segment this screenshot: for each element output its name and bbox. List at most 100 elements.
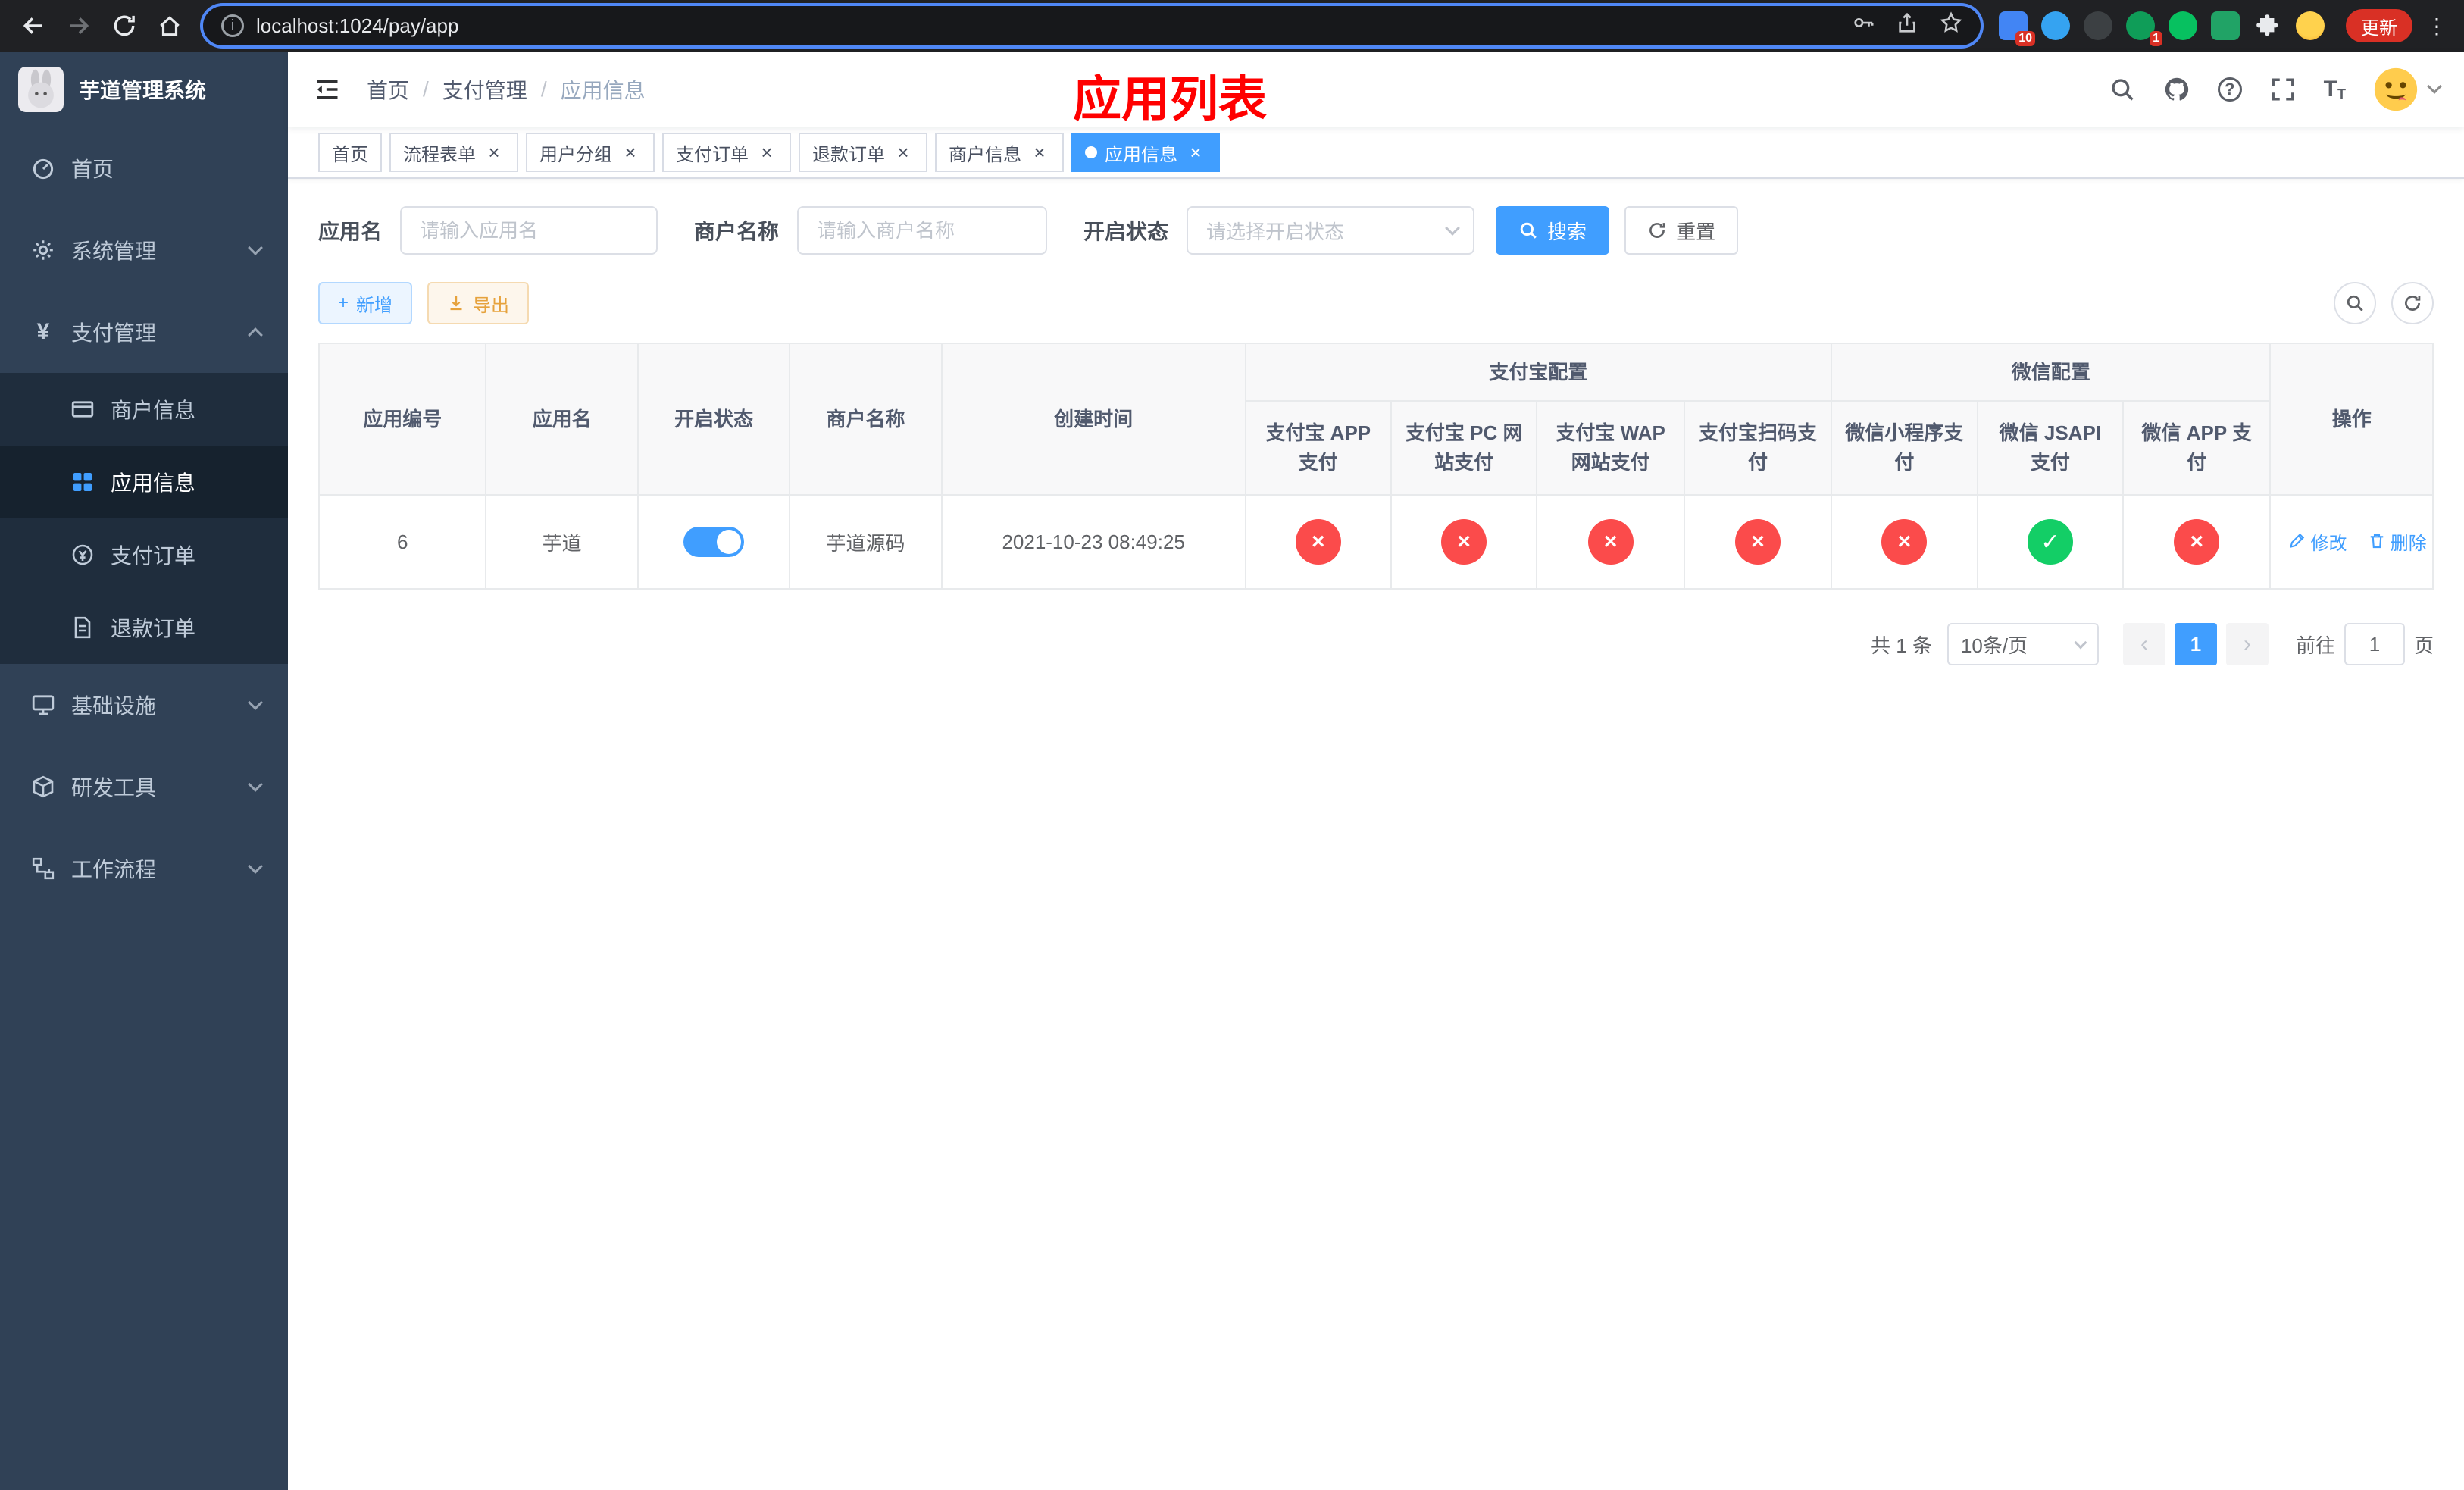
tag-merchant-info[interactable]: 商户信息 ×	[935, 133, 1064, 172]
extension-blue-icon[interactable]: 10	[1999, 11, 2035, 46]
bookmark-star-icon[interactable]	[1940, 11, 1962, 40]
sidebar-item-devtools[interactable]: 研发工具	[0, 746, 288, 828]
search-button[interactable]: 搜索	[1496, 206, 1610, 255]
extension-green-badge-icon[interactable]: 1	[2126, 11, 2162, 46]
sidebar-item-refund-order[interactable]: 退款订单	[0, 591, 288, 664]
add-button[interactable]: + 新增	[318, 282, 413, 324]
toggle-search-button[interactable]	[2334, 282, 2376, 324]
search-icon[interactable]	[2109, 76, 2136, 103]
site-info-icon[interactable]: i	[221, 14, 244, 37]
pager: ‹ 1 ›	[2122, 623, 2269, 665]
tag-label: 退款订单	[812, 144, 885, 165]
prev-page-button[interactable]: ‹	[2122, 623, 2165, 665]
tag-label: 首页	[332, 144, 368, 165]
profile-avatar-icon[interactable]	[2296, 11, 2325, 40]
app-name-input[interactable]	[400, 206, 658, 255]
close-icon[interactable]: ×	[1029, 142, 1050, 163]
delete-link[interactable]: 删除	[2368, 528, 2427, 555]
status-toggle[interactable]	[683, 527, 745, 557]
col-header-actions: 操作	[2269, 343, 2434, 496]
sidebar-item-workflow[interactable]: 工作流程	[0, 828, 288, 909]
col-group-wechat: 微信配置	[1831, 343, 2272, 402]
sidebar-item-system[interactable]: 系统管理	[0, 209, 288, 291]
github-icon[interactable]	[2163, 76, 2190, 103]
goto-page-input[interactable]	[2344, 623, 2405, 665]
alipay-pc-status-icon: ×	[1441, 519, 1487, 565]
close-icon[interactable]: ×	[1185, 142, 1206, 163]
user-avatar[interactable]	[2373, 67, 2442, 112]
alipay-app-status-icon: ×	[1295, 519, 1341, 565]
col-header-status: 开启状态	[636, 343, 791, 496]
chevron-down-icon	[1445, 221, 1460, 236]
page-size-select[interactable]: 10条/页	[1946, 623, 2099, 665]
workflow-icon	[30, 856, 56, 881]
alipay-wap-status-icon: ×	[1587, 519, 1634, 565]
card-icon	[70, 396, 95, 422]
export-button[interactable]: 导出	[427, 282, 530, 324]
box-icon	[30, 774, 56, 800]
password-key-icon[interactable]	[1852, 11, 1875, 40]
fullscreen-icon[interactable]	[2269, 76, 2297, 103]
help-icon[interactable]: ?	[2217, 77, 2242, 102]
cell-create-time: 2021-10-23 08:49:25	[940, 494, 1246, 590]
tag-user-group[interactable]: 用户分组 ×	[526, 133, 655, 172]
reset-button[interactable]: 重置	[1624, 206, 1739, 255]
breadcrumb-home[interactable]: 首页	[367, 74, 409, 105]
next-page-button[interactable]: ›	[2225, 623, 2269, 665]
close-icon[interactable]: ×	[893, 142, 914, 163]
pagination: 共 1 条 10条/页 ‹ 1 › 前往 页	[318, 623, 2434, 665]
sidebar-item-payment[interactable]: ¥ 支付管理	[0, 291, 288, 373]
extension-drop-icon[interactable]	[2041, 11, 2070, 40]
share-icon[interactable]	[1896, 11, 1918, 40]
close-icon[interactable]: ×	[483, 142, 505, 163]
refresh-icon	[2405, 296, 2421, 311]
chevron-down-icon	[248, 859, 263, 874]
breadcrumb-separator: /	[540, 77, 547, 101]
col-group-alipay: 支付宝配置	[1244, 343, 1833, 402]
tag-pay-order[interactable]: 支付订单 ×	[662, 133, 791, 172]
refresh-table-button[interactable]	[2391, 282, 2434, 324]
browser-toolbar: i localhost:1024/pay/app 10 1 更新 ⋮	[0, 0, 2464, 52]
logo-avatar	[18, 67, 64, 112]
gear-icon	[30, 237, 56, 263]
merchant-name-input[interactable]	[797, 206, 1048, 255]
browser-back-icon[interactable]	[12, 5, 55, 47]
tag-home[interactable]: 首页	[318, 133, 382, 172]
sidebar: 芋道管理系统 首页 系统管理 ¥ 支付管理 商户信息 应用信息 支付订单 退款订…	[0, 52, 288, 1490]
tag-app-info-active[interactable]: 应用信息 ×	[1071, 133, 1220, 172]
browser-home-icon[interactable]	[149, 5, 191, 47]
browser-menu-icon[interactable]: ⋮	[2422, 14, 2452, 39]
close-icon[interactable]: ×	[620, 142, 641, 163]
sidebar-item-app-info[interactable]: 应用信息	[0, 446, 288, 518]
status-select[interactable]: 请选择开启状态	[1187, 206, 1475, 255]
tag-refund-order[interactable]: 退款订单 ×	[799, 133, 927, 172]
breadcrumb-payment[interactable]: 支付管理	[442, 74, 527, 105]
page-1-button[interactable]: 1	[2174, 623, 2217, 665]
browser-update-button[interactable]: 更新	[2346, 9, 2412, 42]
col-header-alipay-wap: 支付宝 WAP 网站支付	[1536, 400, 1685, 496]
sidebar-item-label: 系统管理	[71, 239, 157, 263]
extensions-puzzle-icon[interactable]	[2253, 11, 2282, 40]
extension-green-square-icon[interactable]	[2211, 11, 2240, 40]
extension-wechat-icon[interactable]	[2169, 11, 2197, 40]
col-header-wx-jsapi: 微信 JSAPI 支付	[1976, 400, 2125, 496]
chevron-up-icon	[248, 327, 263, 343]
col-header-create-time: 创建时间	[940, 343, 1246, 496]
sidebar-collapse-icon[interactable]	[312, 74, 342, 105]
browser-reload-icon[interactable]	[103, 5, 145, 47]
font-size-icon[interactable]: TT	[2324, 78, 2346, 102]
edit-link[interactable]: 修改	[2287, 528, 2347, 555]
browser-forward-icon[interactable]	[58, 5, 100, 47]
sidebar-item-infra[interactable]: 基础设施	[0, 664, 288, 746]
extension-dark-icon[interactable]	[2084, 11, 2112, 40]
address-bar[interactable]: i localhost:1024/pay/app	[203, 6, 1981, 45]
col-header-app-id: 应用编号	[317, 343, 487, 496]
sidebar-logo[interactable]: 芋道管理系统	[0, 52, 288, 127]
sidebar-item-home[interactable]: 首页	[0, 127, 288, 209]
sidebar-item-merchant-info[interactable]: 商户信息	[0, 373, 288, 446]
close-icon[interactable]: ×	[756, 142, 777, 163]
sidebar-item-pay-order[interactable]: 支付订单	[0, 518, 288, 591]
tag-process-form[interactable]: 流程表单 ×	[389, 133, 518, 172]
tags-view-bar: 首页 流程表单 × 用户分组 × 支付订单 × 退款订单 × 商户信息 × 应用信息 ×	[288, 127, 2464, 179]
col-header-alipay-pc: 支付宝 PC 网站支付	[1390, 400, 1538, 496]
